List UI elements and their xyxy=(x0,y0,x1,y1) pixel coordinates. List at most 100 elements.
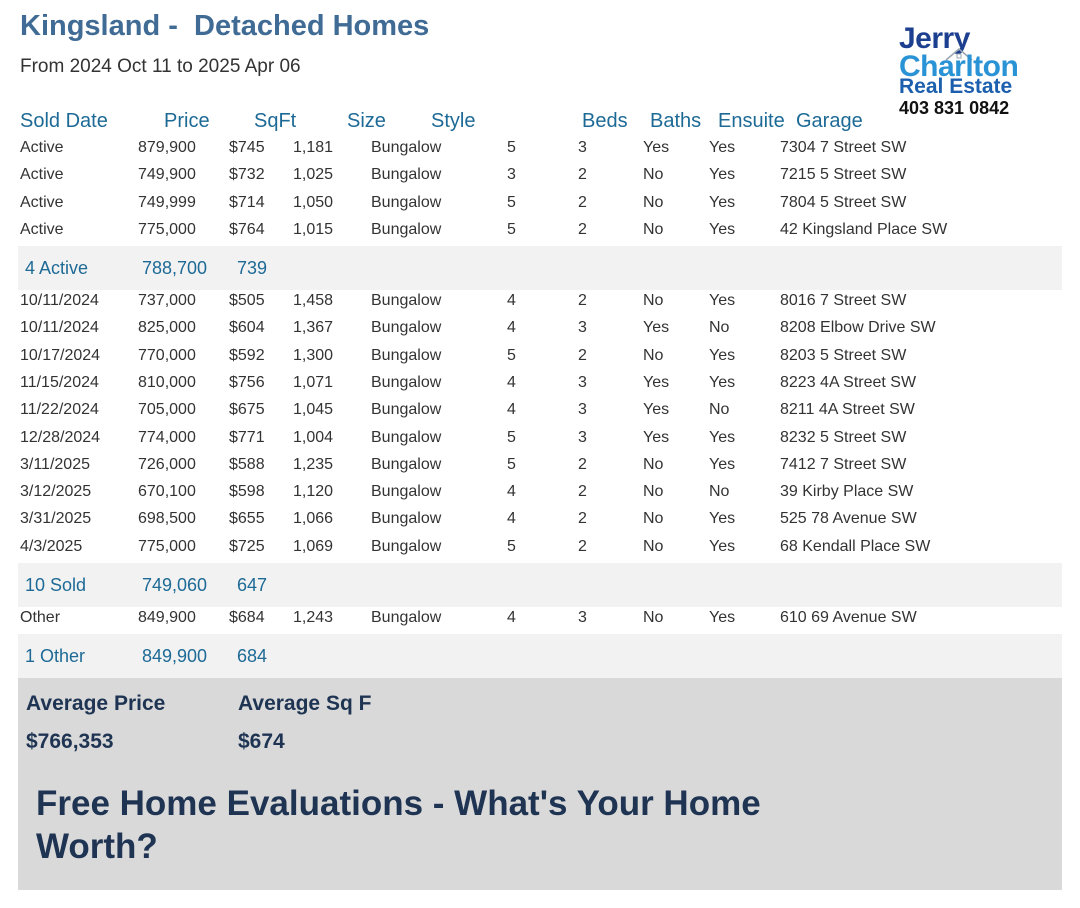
table-cell: No xyxy=(709,319,730,337)
table-cell: 1,025 xyxy=(293,166,334,184)
table-cell: 4 xyxy=(507,510,516,528)
table-cell: Bungalow xyxy=(371,193,442,211)
table-cell: 3/12/2025 xyxy=(20,483,92,501)
column-header: SqFt xyxy=(254,110,297,132)
table-cell: 3 xyxy=(578,401,587,419)
table-cell: 4 xyxy=(507,373,516,391)
column-header: Ensuite xyxy=(718,110,785,132)
table-cell: 1,015 xyxy=(293,220,334,238)
company-logo: Jerry Charlton Real Estate 403 831 0842 xyxy=(899,22,1039,122)
column-header: Sold Date xyxy=(20,110,108,132)
table-cell: Bungalow xyxy=(371,292,442,309)
table-cell: 4 xyxy=(507,319,516,337)
table-cell: Bungalow xyxy=(371,373,442,391)
table-cell: Bungalow xyxy=(371,483,442,501)
phone-number: 403 831 0842 xyxy=(899,98,1010,118)
table-cell: 749,900 xyxy=(138,166,196,184)
date-range-subtitle: From 2024 Oct 11 to 2025 Apr 06 xyxy=(20,56,301,77)
table-cell: $598 xyxy=(229,483,265,501)
table-cell: $714 xyxy=(229,193,265,211)
table-cell: 2 xyxy=(578,510,587,528)
table-cell: No xyxy=(643,609,664,626)
table-cell: 1,050 xyxy=(293,193,334,211)
table-cell: 39 Kirby Place SW xyxy=(780,483,914,501)
column-header: Baths xyxy=(650,110,702,132)
table-cell: No xyxy=(643,483,664,501)
table-cell: Active xyxy=(20,193,64,211)
table-cell: 2 xyxy=(578,193,587,211)
group-summary-row: 10 Sold 749,060 647 xyxy=(18,563,1062,607)
table-cell: Other xyxy=(20,609,61,626)
table-row: 3/11/2025 726,000 $588 1,235 Bungalow 5 2 No Yes… xyxy=(0,451,1080,478)
table-cell: Yes xyxy=(709,220,736,238)
table-cell: 5 xyxy=(507,139,516,156)
table-cell: No xyxy=(709,401,730,419)
table-cell: 5 xyxy=(507,346,516,364)
table-cell: 3 xyxy=(578,373,587,391)
table-row: Other 849,900 $684 1,243 Bungalow 4 3 No Yes 610 … xyxy=(0,604,1080,631)
table-cell: 10/11/2024 xyxy=(20,292,99,309)
table-cell: 42 Kingsland Place SW xyxy=(780,220,948,238)
table-cell: 8016 7 Street SW xyxy=(780,292,907,309)
table-cell: 1,181 xyxy=(293,139,334,156)
table-cell: Yes xyxy=(709,428,736,446)
table-cell: 1,066 xyxy=(293,510,334,528)
table-row: Active 775,000 $764 1,015 Bungalow 5 2 No Yes 42 … xyxy=(0,216,1080,243)
table-row: 12/28/2024 774,000 $771 1,004 Bungalow 5 3 Yes Y… xyxy=(0,424,1080,451)
table-cell: Active xyxy=(20,220,64,238)
table-row: 3/31/2025 698,500 $655 1,066 Bungalow 4 2 No Yes… xyxy=(0,505,1080,532)
column-header: Price xyxy=(164,110,210,132)
group-summary-row: 1 Other 849,900 684 xyxy=(18,634,1062,678)
table-cell: No xyxy=(643,193,664,211)
table-cell: $725 xyxy=(229,537,265,555)
summary-sqft: 739 xyxy=(237,258,268,278)
table-cell: 11/15/2024 xyxy=(20,373,99,391)
table-cell: Bungalow xyxy=(371,455,442,473)
table-cell: $732 xyxy=(229,166,265,184)
table-cell: Yes xyxy=(709,510,736,528)
table-cell: 11/22/2024 xyxy=(20,401,99,419)
table-cell: Bungalow xyxy=(371,401,442,419)
table-cell: 8211 4A Street SW xyxy=(780,401,915,419)
table-cell: 4 xyxy=(507,292,516,309)
table-cell: 5 xyxy=(507,428,516,446)
table-row: 3/12/2025 670,100 $598 1,120 Bungalow 4 2 No No 3… xyxy=(0,478,1080,505)
table-cell: No xyxy=(643,510,664,528)
table-row: Active 879,900 $745 1,181 Bungalow 5 3 Yes Yes 73… xyxy=(0,134,1080,161)
table-cell: 1,367 xyxy=(293,319,334,337)
table-cell: 749,999 xyxy=(138,193,196,211)
table-cell: 3 xyxy=(578,319,587,337)
table-cell: $684 xyxy=(229,609,265,626)
table-cell: Yes xyxy=(709,346,736,364)
table-cell: $764 xyxy=(229,220,265,238)
table-cell: 1,120 xyxy=(293,483,334,501)
table-cell: 2 xyxy=(578,537,587,555)
table-cell: 3/31/2025 xyxy=(20,510,92,528)
table-cell: 4 xyxy=(507,401,516,419)
table-cell: 7412 7 Street SW xyxy=(780,455,907,473)
summary-sqft: 647 xyxy=(237,575,268,595)
table-cell: 879,900 xyxy=(138,139,196,156)
table-cell: Yes xyxy=(709,537,736,555)
table-row: Active 749,900 $732 1,025 Bungalow 3 2 No Yes 721… xyxy=(0,161,1080,188)
table-cell: Bungalow xyxy=(371,220,442,238)
table-cell: Bungalow xyxy=(371,428,442,446)
table-row: 11/22/2024 705,000 $675 1,045 Bungalow 4 3 Yes N… xyxy=(0,396,1080,423)
table-cell: 4 xyxy=(507,483,516,501)
table-cell: 5 xyxy=(507,220,516,238)
table-cell: $604 xyxy=(229,319,265,337)
table-cell: $655 xyxy=(229,510,265,528)
table-cell: 774,000 xyxy=(138,428,196,446)
table-cell: No xyxy=(709,483,730,501)
table-cell: Bungalow xyxy=(371,139,442,156)
table-cell: Yes xyxy=(709,292,736,309)
column-header: Size xyxy=(347,110,386,132)
summary-label: 10 Sold xyxy=(25,575,87,595)
table-cell: No xyxy=(643,292,664,309)
table-cell: 737,000 xyxy=(138,292,196,309)
table-cell: 8203 5 Street SW xyxy=(780,346,907,364)
table-cell: 726,000 xyxy=(138,455,196,473)
summary-price: 788,700 xyxy=(142,258,208,278)
averages-footer: Average Price $766,353 Average Sq F $674… xyxy=(18,678,1062,890)
table-cell: 1,069 xyxy=(293,537,334,555)
